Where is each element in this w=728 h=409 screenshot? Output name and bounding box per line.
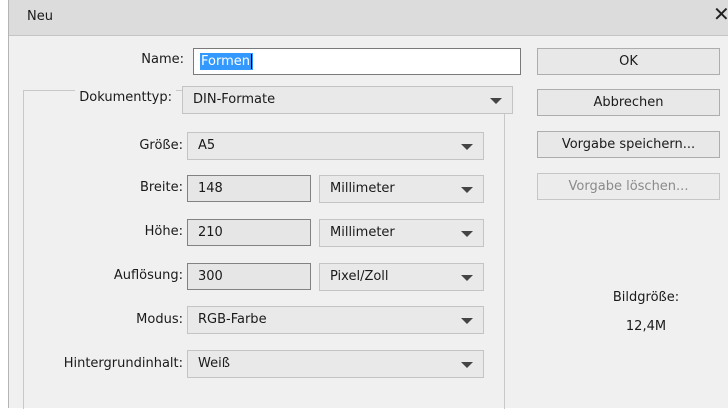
mode-select[interactable]: RGB-Farbe xyxy=(187,306,484,334)
background-content-select[interactable]: Weiß xyxy=(187,350,484,378)
background-content-label: Hintergrundinhalt: xyxy=(63,356,183,371)
resolution-unit-select[interactable]: Pixel/Zoll xyxy=(319,263,484,291)
chevron-down-icon xyxy=(461,187,473,193)
resolution-unit-value: Pixel/Zoll xyxy=(330,269,389,284)
image-size-value: 12,4M xyxy=(625,319,667,334)
resolution-input[interactable]: 300 xyxy=(187,263,311,290)
height-unit-select[interactable]: Millimeter xyxy=(319,219,484,247)
mode-label: Modus: xyxy=(136,312,183,327)
chevron-down-icon xyxy=(461,231,473,237)
resolution-label: Auflösung: xyxy=(113,268,183,283)
document-type-value: DIN-Formate xyxy=(193,92,276,107)
title-bar: Neu ✕ xyxy=(9,0,728,36)
document-type-label: Dokumenttyp: xyxy=(75,90,176,105)
width-unit-value: Millimeter xyxy=(330,181,395,196)
mode-value: RGB-Farbe xyxy=(198,312,267,327)
size-select[interactable]: A5 xyxy=(187,132,484,160)
chevron-down-icon xyxy=(461,362,473,368)
size-value: A5 xyxy=(198,138,216,153)
chevron-down-icon xyxy=(461,275,473,281)
name-label: Name: xyxy=(141,52,184,67)
name-input[interactable]: Formen xyxy=(193,48,521,75)
dialog-title: Neu xyxy=(27,9,53,24)
chevron-down-icon xyxy=(461,144,473,150)
document-type-select[interactable]: DIN-Formate xyxy=(182,86,513,114)
width-input[interactable]: 148 xyxy=(187,175,311,202)
height-unit-value: Millimeter xyxy=(330,225,395,240)
delete-preset-button[interactable]: Vorgabe löschen... xyxy=(537,173,720,200)
background-content-value: Weiß xyxy=(198,356,230,371)
chevron-down-icon xyxy=(490,98,502,104)
height-label: Höhe: xyxy=(144,224,183,239)
height-input[interactable]: 210 xyxy=(187,219,311,246)
cancel-button[interactable]: Abbrechen xyxy=(537,89,720,116)
new-document-dialog: Neu ✕ Name: Formen Dokumenttyp: DIN-Form… xyxy=(8,0,728,409)
chevron-down-icon xyxy=(461,318,473,324)
image-size-label: Bildgröße: xyxy=(612,290,680,305)
ok-button[interactable]: OK xyxy=(537,48,720,75)
size-label: Größe: xyxy=(139,138,183,153)
name-input-value: Formen xyxy=(200,53,253,70)
save-preset-button[interactable]: Vorgabe speichern... xyxy=(537,131,720,158)
width-label: Breite: xyxy=(139,180,183,195)
width-unit-select[interactable]: Millimeter xyxy=(319,175,484,203)
close-icon[interactable]: ✕ xyxy=(713,2,728,26)
